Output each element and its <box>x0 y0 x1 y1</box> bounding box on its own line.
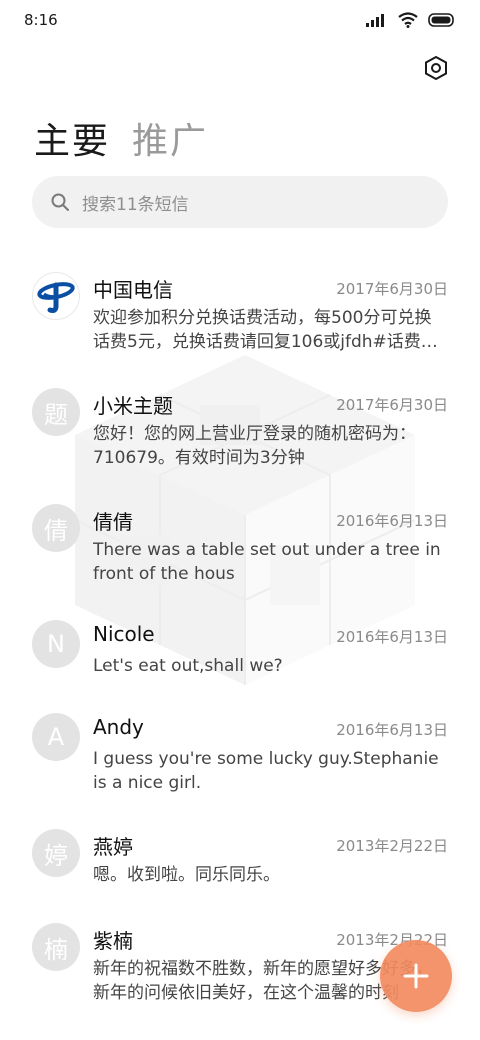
sender-name: Andy <box>93 715 144 739</box>
avatar: 倩 <box>32 504 80 552</box>
avatar: 婷 <box>32 829 80 877</box>
sender-name: 中国电信 <box>93 278 173 302</box>
tab-promotions[interactable]: 推广 <box>132 112 208 164</box>
wifi-icon <box>398 12 418 28</box>
message-item[interactable]: A Andy 2016年6月13日 I guess you're some lu… <box>0 703 480 807</box>
message-preview: 您好！您的网上营业厅登录的随机密码为：710679。有效时间为3分钟 <box>93 424 416 468</box>
sender-name: 紫楠 <box>93 929 133 953</box>
search-placeholder: 搜索11条短信 <box>82 194 189 215</box>
message-item[interactable]: 倩 倩倩 2016年6月13日 There was a table set ou… <box>0 494 480 598</box>
message-date: 2017年6月30日 <box>336 280 448 298</box>
message-item[interactable]: N Nicole 2016年6月13日 Let's eat out,shall … <box>0 610 480 690</box>
new-message-button[interactable] <box>380 940 452 1012</box>
signal-icon <box>366 14 384 27</box>
settings-hexagon-icon <box>425 55 447 81</box>
sender-name: 燕婷 <box>93 835 133 859</box>
message-item[interactable]: 婷 燕婷 2013年2月22日 嗯。收到啦。同乐同乐。 <box>0 819 480 899</box>
search-icon <box>51 193 69 211</box>
avatar: 题 <box>32 388 80 436</box>
tab-primary[interactable]: 主要 <box>34 112 110 164</box>
sender-name: Nicole <box>93 622 155 646</box>
sender-name: 倩倩 <box>93 510 133 534</box>
status-icons <box>366 12 456 28</box>
message-preview: There was a table set out under a tree i… <box>93 540 441 584</box>
message-date: 2013年2月22日 <box>336 837 448 855</box>
sender-name: 小米主题 <box>93 394 173 418</box>
message-date: 2017年6月30日 <box>336 396 448 414</box>
china-telecom-logo-icon <box>37 282 75 313</box>
search-input[interactable]: 搜索11条短信 <box>32 176 448 228</box>
message-preview: 欢迎参加积分兑换话费活动，每500分可兑换话费5元，兑换话费请回复106或jfd… <box>93 308 438 352</box>
tab-bar: 主要 推广 <box>34 112 208 164</box>
status-bar: 8:16 <box>0 0 480 44</box>
avatar: A <box>32 713 80 761</box>
battery-icon <box>428 13 454 27</box>
settings-button[interactable] <box>420 52 452 84</box>
message-item[interactable]: 题 小米主题 2017年6月30日 您好！您的网上营业厅登录的随机密码为：710… <box>0 378 480 482</box>
message-date: 2016年6月13日 <box>336 721 448 739</box>
message-date: 2016年6月13日 <box>336 628 448 646</box>
message-preview: I guess you're some lucky guy.Stephanie … <box>93 749 439 793</box>
avatar: 楠 <box>32 923 80 971</box>
avatar: N <box>32 620 80 668</box>
message-preview: 嗯。收到啦。同乐同乐。 <box>93 865 280 885</box>
plus-icon <box>403 963 429 989</box>
status-time: 8:16 <box>24 11 58 29</box>
message-item[interactable]: 中国电信 2017年6月30日 欢迎参加积分兑换话费活动，每500分可兑换话费5… <box>0 262 480 366</box>
avatar <box>32 272 80 320</box>
message-date: 2016年6月13日 <box>336 512 448 530</box>
message-preview: Let's eat out,shall we? <box>93 656 283 676</box>
